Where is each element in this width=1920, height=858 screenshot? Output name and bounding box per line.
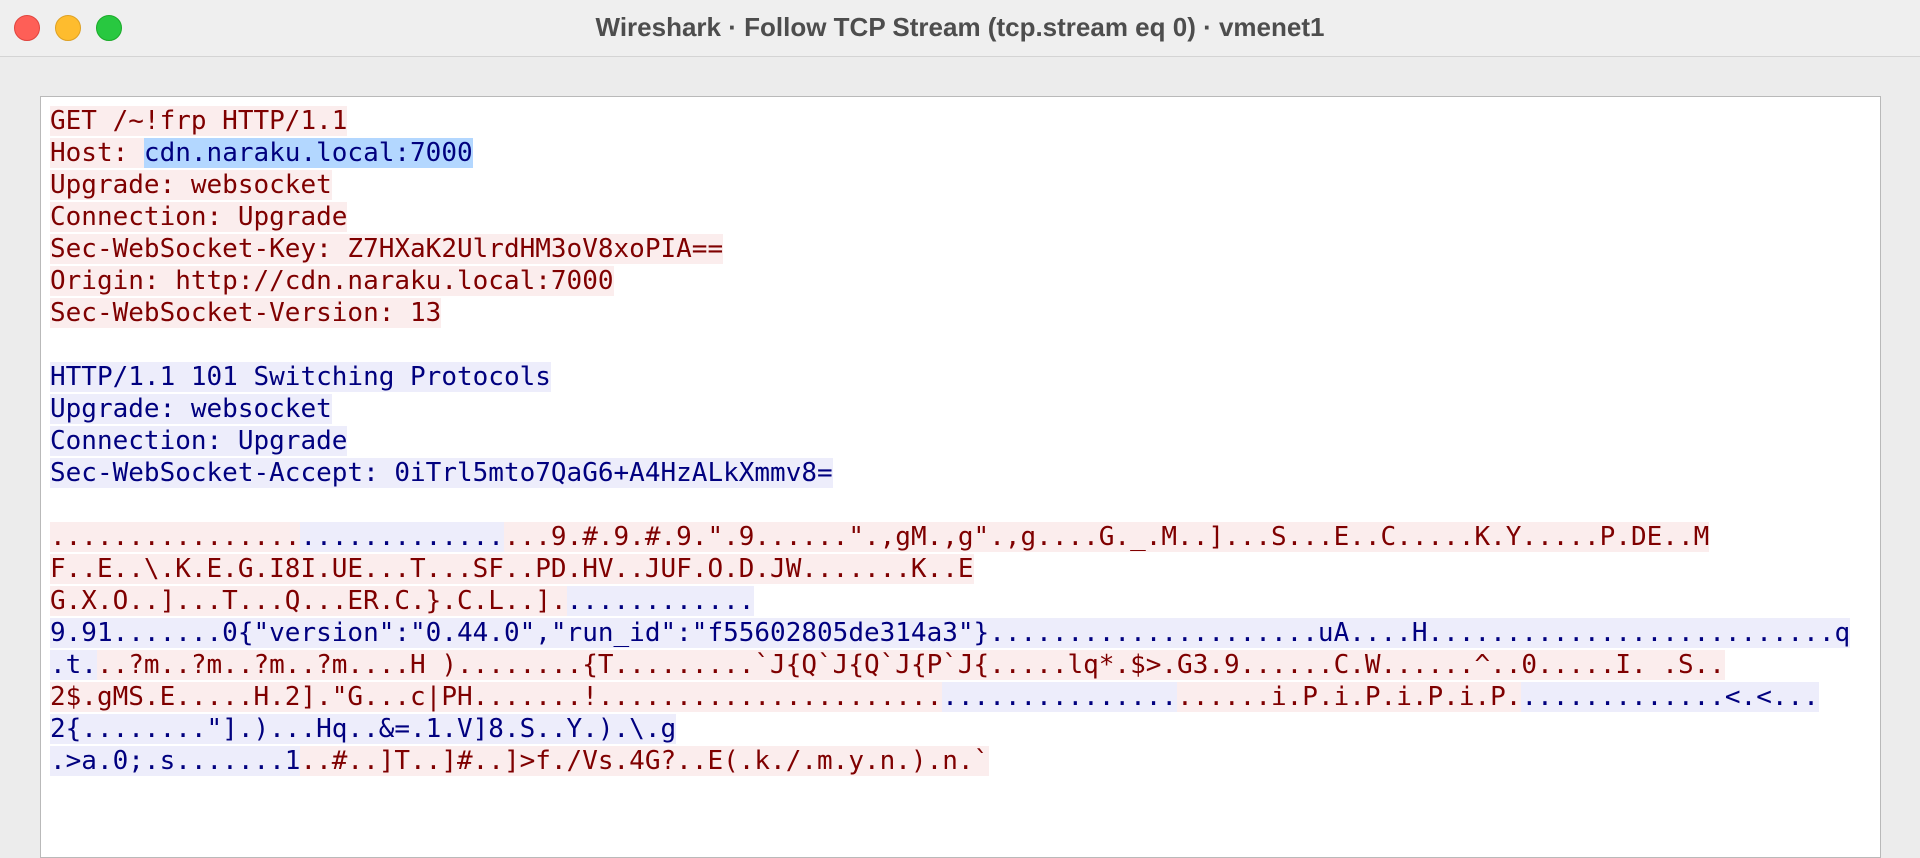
stream-line: Upgrade: websocket — [50, 393, 1874, 425]
selected-text: cdn.naraku.local:7000 — [143, 138, 473, 168]
stream-line: 2{........"].)...Hq..&=.1.V]8.S..Y.).\.g — [50, 713, 1874, 745]
client-data-segment: F..E..\.K.E.G.I8I.UE...T...SF..PD.HV..JU… — [50, 554, 974, 584]
stream-content-panel[interactable]: GET /~!frp HTTP/1.1 Host: cdn.naraku.loca… — [40, 96, 1881, 858]
stream-blank-line — [50, 489, 1874, 521]
server-data-segment: .t. — [50, 650, 97, 680]
stream-line: G.X.O..]...T...Q...ER.C.}.C.L..]........… — [50, 585, 1874, 617]
client-data-segment: ..#..]T..]#..]>f./Vs.4G?..E(.k./.m.y.n.)… — [300, 746, 990, 776]
client-data-segment: ......i.P.i.P.i.P.i.P. — [1177, 682, 1522, 712]
server-data-segment: ............ — [566, 586, 755, 616]
window-title: Wireshark · Follow TCP Stream (tcp.strea… — [595, 12, 1325, 42]
stream-line: Connection: Upgrade — [50, 425, 1874, 457]
server-data-segment: Sec-WebSocket-Accept: 0iTrl5mto7QaG6+A4H… — [50, 458, 833, 488]
server-data-segment: .............<.<... — [1521, 682, 1819, 712]
stream-line: .t...?m..?m..?m..?m....H )........{T....… — [50, 649, 1874, 681]
title-bar: Wireshark · Follow TCP Stream (tcp.strea… — [0, 0, 1920, 57]
client-data-segment: Sec-WebSocket-Key: Z7HXaK2UlrdHM3oV8xoPI… — [50, 234, 724, 264]
stream-line: Connection: Upgrade — [50, 201, 1874, 233]
stream-line: Host: cdn.naraku.local:7000 — [50, 137, 1874, 169]
server-data-segment: HTTP/1.1 101 Switching Protocols — [50, 362, 551, 392]
client-data-segment: ...9.#.9.#.9.".9......".,gM.,g".,g....G.… — [503, 522, 1710, 552]
stream-line: Sec-WebSocket-Key: Z7HXaK2UlrdHM3oV8xoPI… — [50, 233, 1874, 265]
server-data-segment: Connection: Upgrade — [50, 426, 348, 456]
stream-line: .>a.0;.s.......1..#..]T..]#..]>f./Vs.4G?… — [50, 745, 1874, 777]
stream-line: Upgrade: websocket — [50, 169, 1874, 201]
stream-line: GET /~!frp HTTP/1.1 — [50, 105, 1874, 137]
client-data-segment: Sec-WebSocket-Version: 13 — [50, 298, 442, 328]
client-data-segment: GET /~!frp HTTP/1.1 — [50, 106, 348, 136]
stream-line: 9.91.......0{"version":"0.44.0","run_id"… — [50, 617, 1874, 649]
server-data-segment: ............. — [300, 522, 504, 552]
server-data-segment: 9.91.......0{"version":"0.44.0","run_id"… — [50, 618, 1851, 648]
stream-line: F..E..\.K.E.G.I8I.UE...T...SF..PD.HV..JU… — [50, 553, 1874, 585]
stream-line: 2$.gMS.E.....H.2]."G...c|PH.......!.....… — [50, 681, 1874, 713]
stream-line: Origin: http://cdn.naraku.local:7000 — [50, 265, 1874, 297]
server-data-segment: ............... — [942, 682, 1178, 712]
client-data-segment: Connection: Upgrade — [50, 202, 348, 232]
client-data-segment: Upgrade: websocket — [50, 170, 332, 200]
stream-line: ................................9.#.9.#.… — [50, 521, 1874, 553]
client-data-segment: ..?m..?m..?m..?m....H )........{T.......… — [96, 650, 1725, 680]
stream-line: HTTP/1.1 101 Switching Protocols — [50, 361, 1874, 393]
server-data-segment: Upgrade: websocket — [50, 394, 332, 424]
client-data-segment: ................ — [50, 522, 301, 552]
server-data-segment: 2{........"].)...Hq..&=.1.V]8.S..Y.).\.g — [50, 714, 677, 744]
server-data-segment: .>a.0;.s.......1 — [50, 746, 301, 776]
client-data-segment: Host: — [50, 138, 144, 168]
stream-text[interactable]: GET /~!frp HTTP/1.1 Host: cdn.naraku.loca… — [50, 105, 1874, 777]
client-data-segment: G.X.O..]...T...Q...ER.C.}.C.L..]. — [50, 586, 567, 616]
client-data-segment: Origin: http://cdn.naraku.local:7000 — [50, 266, 614, 296]
client-data-segment: 2$.gMS.E.....H.2]."G...c|PH.......!.....… — [50, 682, 943, 712]
stream-blank-line — [50, 329, 1874, 361]
stream-line: Sec-WebSocket-Version: 13 — [50, 297, 1874, 329]
stream-line: Sec-WebSocket-Accept: 0iTrl5mto7QaG6+A4H… — [50, 457, 1874, 489]
